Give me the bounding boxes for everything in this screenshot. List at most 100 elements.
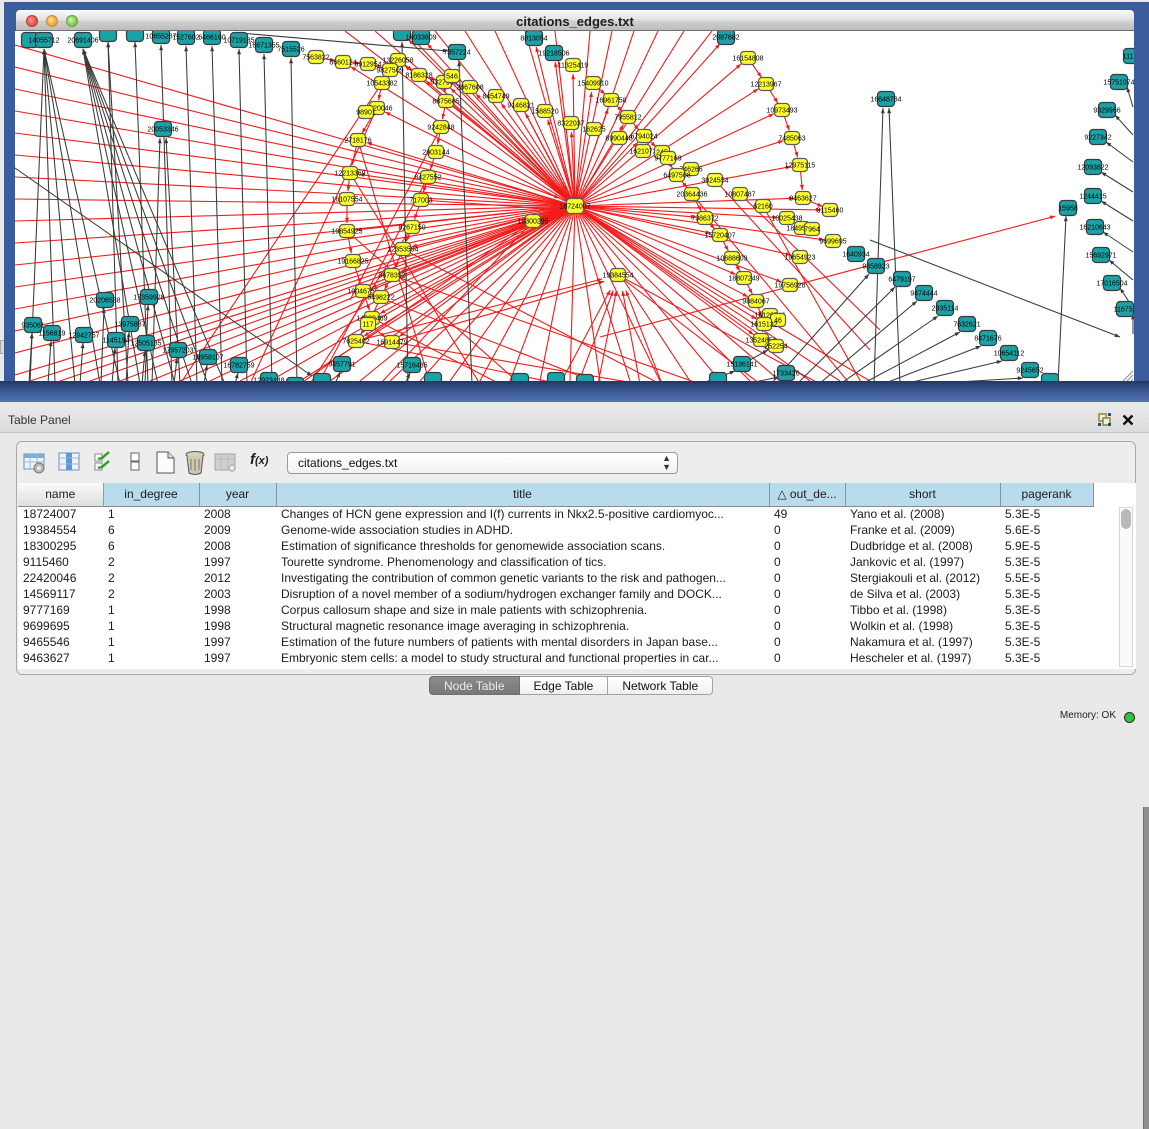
svg-text:18300295: 18300295 [517,219,548,226]
svg-text:15692971: 15692971 [1085,253,1116,260]
svg-text:9329966: 9329966 [1093,108,1120,115]
svg-text:1145194: 1145194 [103,338,130,345]
svg-text:717003: 717003 [409,198,432,205]
svg-text:7986372: 7986372 [691,216,718,223]
svg-text:9358923: 9358923 [862,264,889,271]
svg-text:16210643: 16210643 [1079,225,1110,232]
svg-text:15720407: 15720407 [704,233,735,240]
svg-text:8322037: 8322037 [557,121,584,128]
svg-text:5498222: 5498222 [367,295,394,302]
svg-text:8813054: 8813054 [520,36,547,43]
svg-text:10688609: 10688609 [716,256,747,263]
svg-text:12505135: 12505135 [130,341,161,348]
svg-text:1733426: 1733426 [772,371,799,378]
svg-text:12213369: 12213369 [334,171,365,178]
svg-text:12093822: 12093822 [1077,165,1108,172]
svg-text:8660124: 8660124 [329,60,356,67]
svg-text:8454749: 8454749 [482,94,509,101]
svg-text:15958: 15958 [1058,206,1078,213]
svg-text:11122: 11122 [1123,54,1134,61]
svg-text:1588520: 1588520 [531,109,558,116]
svg-text:15716485: 15716485 [396,363,427,370]
svg-text:17359928: 17359928 [133,295,164,302]
svg-text:12213967: 12213967 [750,82,781,89]
svg-text:16648784: 16648784 [870,97,901,104]
svg-text:15751074: 15751074 [1103,80,1134,87]
svg-text:8267150: 8267150 [398,225,425,232]
svg-text:1621072: 1621072 [629,149,656,156]
svg-text:10807487: 10807487 [724,192,755,199]
svg-text:11325419: 11325419 [558,63,589,70]
svg-text:116753: 116753 [1114,307,1134,314]
svg-text:19756928: 19756928 [774,283,805,290]
svg-text:1244415: 1244415 [1079,194,1106,201]
svg-text:16961758: 16961758 [595,98,626,105]
svg-text:9463627: 9463627 [789,196,816,203]
svg-text:17016504: 17016504 [1096,281,1127,288]
svg-text:12923448: 12923448 [253,378,284,382]
svg-text:9884067: 9884067 [742,299,769,306]
svg-text:546: 546 [446,74,458,81]
svg-text:19384554: 19384554 [602,273,633,280]
svg-text:9777169: 9777169 [654,156,681,163]
svg-text:12942757: 12942757 [68,333,99,340]
svg-text:20206538: 20206538 [89,298,120,305]
svg-text:2087682: 2087682 [712,35,739,42]
svg-text:7563822: 7563822 [302,55,329,62]
svg-text:1640934: 1640934 [842,252,869,259]
svg-text:17957203: 17957203 [162,348,193,355]
svg-text:7625402: 7625402 [342,339,369,346]
svg-text:8875685: 8875685 [432,99,459,106]
svg-text:8990448: 8990448 [605,136,632,143]
svg-text:98901: 98901 [356,110,376,117]
svg-text:6479197: 6479197 [888,277,915,284]
svg-text:14055712: 14055712 [28,38,59,45]
svg-text:12975115: 12975115 [785,163,816,170]
svg-text:6794024: 6794024 [630,134,657,141]
svg-text:20364436: 20364436 [676,192,707,199]
svg-text:162625: 162625 [582,127,605,134]
svg-text:9457791: 9457791 [328,362,355,369]
svg-text:9699695: 9699695 [819,239,846,246]
svg-text:2935114: 2935114 [932,306,959,313]
svg-text:16914479: 16914479 [376,340,407,347]
svg-text:10973493: 10973493 [766,108,797,115]
svg-text:2867608: 2867608 [456,85,483,92]
svg-text:2718176: 2718176 [344,138,371,145]
svg-text:7515526: 7515526 [277,47,304,54]
svg-text:15409910: 15409910 [577,81,608,88]
svg-text:9227342: 9227342 [1084,135,1111,142]
svg-text:20691406: 20691406 [67,38,98,45]
svg-text:7955812: 7955812 [614,115,641,122]
svg-text:3624554: 3624554 [701,178,728,185]
svg-text:9245652: 9245652 [1016,368,1043,375]
svg-text:10654112: 10654112 [994,351,1025,358]
svg-text:16107554: 16107554 [331,197,362,204]
svg-text:19654923: 19654923 [784,255,815,262]
svg-text:16671355: 16671355 [248,43,279,50]
svg-text:18724007: 18724007 [559,204,590,211]
svg-text:1527602: 1527602 [172,35,199,42]
svg-text:10958107: 10958107 [192,355,223,362]
svg-text:6466160: 6466160 [198,35,225,42]
svg-text:6497508: 6497508 [663,173,690,180]
svg-text:7357224: 7357224 [443,50,470,57]
svg-text:8427552: 8427552 [414,175,441,182]
svg-text:9827509: 9827509 [376,68,403,75]
svg-text:7485063: 7485063 [778,136,805,143]
svg-text:10543382: 10543382 [366,81,397,88]
svg-text:7964: 7964 [804,227,820,234]
svg-text:8186328: 8186328 [405,73,432,80]
svg-text:1156819: 1156819 [39,331,66,338]
svg-text:9115460: 9115460 [817,208,844,215]
svg-text:117: 117 [362,322,373,329]
svg-text:16033809: 16033809 [405,35,436,42]
svg-text:18807249: 18807249 [728,276,759,283]
svg-text:7632621: 7632621 [953,322,980,329]
svg-text:19166825: 19166825 [337,259,368,266]
svg-text:2803144: 2803144 [422,150,449,157]
svg-text:9242848: 9242848 [427,125,454,132]
svg-text:8678352: 8678352 [378,273,405,280]
svg-text:1615132: 1615132 [750,322,777,329]
svg-text:16782759: 16782759 [223,363,254,370]
